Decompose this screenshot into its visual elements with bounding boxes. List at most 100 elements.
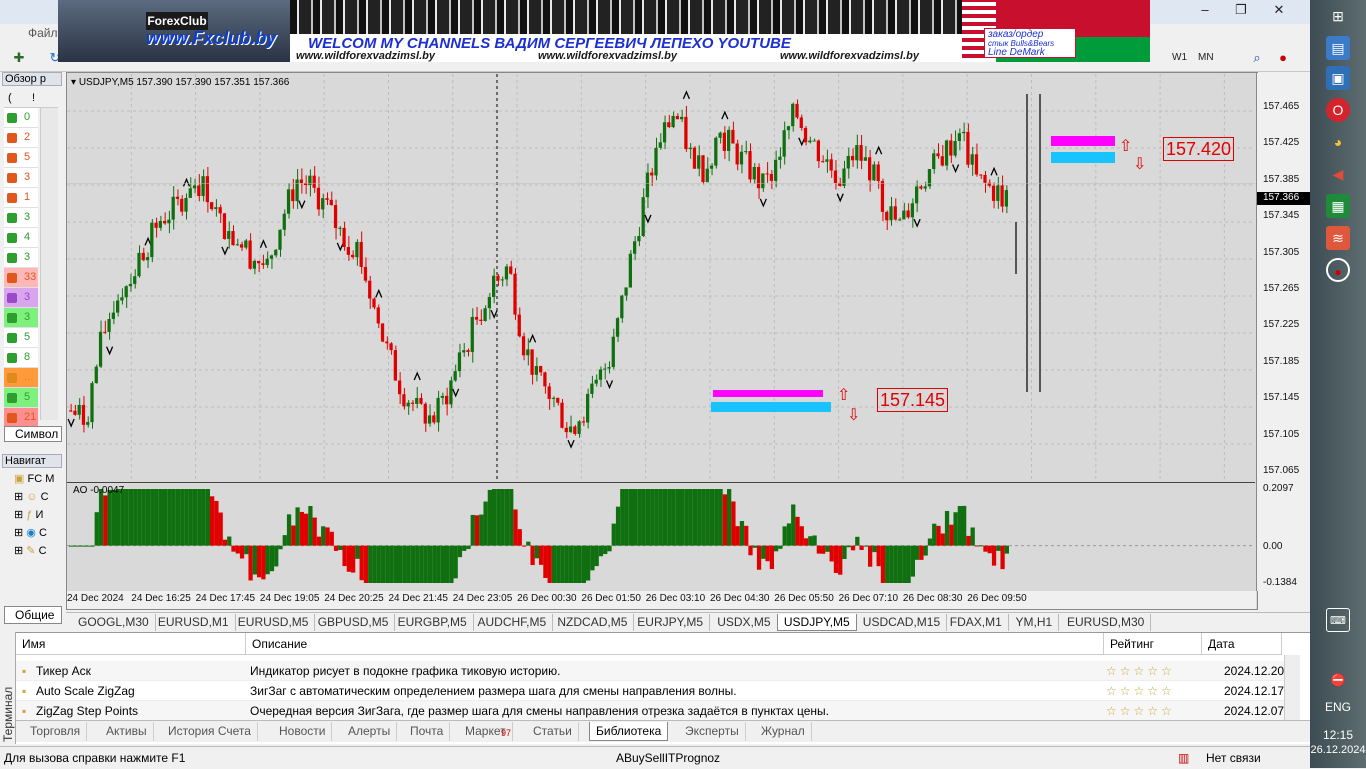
candle (872, 164, 876, 181)
symbol-tab[interactable]: NZDCAD,M5 (551, 614, 635, 631)
market-watch-row[interactable]: 3 (4, 308, 38, 328)
windows-start-icon[interactable]: ⊞ (1326, 4, 1350, 28)
market-watch-row[interactable]: 21 (4, 408, 38, 428)
navigator-header[interactable]: Навигат (2, 454, 62, 468)
column-symbol[interactable]: ( (8, 92, 12, 104)
ao-bar (957, 506, 962, 546)
candle (453, 371, 457, 381)
market-watch-row[interactable]: 8 (4, 348, 38, 368)
minimize-button[interactable]: – (1194, 2, 1216, 18)
notification-icon[interactable]: ● (1272, 47, 1294, 69)
terminal-tab[interactable]: Алерты (342, 722, 398, 741)
keyboard-icon[interactable]: ⌨ (1326, 608, 1350, 632)
terminal-tab[interactable]: Эксперты (679, 722, 746, 741)
column-name[interactable]: Имя (16, 633, 246, 655)
symbol-tab[interactable]: EURGBP,M5 (392, 614, 474, 631)
navigator-indicators[interactable]: ⊞ ƒ И (14, 506, 43, 524)
navigator-accounts[interactable]: ⊞ ☺ С (14, 488, 49, 506)
timeframe-mn[interactable]: MN (1198, 52, 1214, 63)
market-watch-row[interactable]: 3 (4, 168, 38, 188)
banner-link[interactable]: www.wildforexvadzimsl.by (296, 50, 435, 62)
symbol-tab[interactable]: GBPUSD,M5 (312, 614, 396, 631)
banner-link[interactable]: www.wildforexvadzimsl.by (538, 50, 677, 62)
market-watch-row[interactable]: 5 (4, 328, 38, 348)
library-row[interactable]: ▪ Тикер Аск Индикатор рисует в подокне гра… (16, 661, 1294, 681)
ad-banner[interactable]: ForexClub www.Fxclub.by WELCOM MY CHANNE… (58, 0, 1150, 62)
library-row[interactable]: ▪ ZigZag Step Points Очередная версия ЗигЗ… (16, 701, 1294, 721)
app-icon[interactable]: ▣ (1326, 66, 1350, 90)
restore-button[interactable]: ❐ (1230, 2, 1252, 18)
navigator-experts[interactable]: ⊞ ◉ С (14, 524, 47, 542)
menu-file[interactable]: Файл (28, 26, 58, 40)
market-watch-row[interactable]: 2 (4, 128, 38, 148)
terminal-tab[interactable]: Торговля (24, 722, 88, 741)
terminal-scrollbar[interactable] (1284, 655, 1300, 721)
market-watch-value: 21 (24, 411, 37, 423)
ao-bar (735, 526, 740, 546)
symbol-tab[interactable]: YM,H1 (1010, 614, 1060, 631)
column-rating[interactable]: Рейтинг (1104, 633, 1202, 655)
new-chart-icon[interactable]: ✚ (8, 47, 30, 69)
market-watch-row[interactable]: 3 (4, 208, 38, 228)
terminal-tab[interactable]: Почта (404, 722, 451, 741)
column-description[interactable]: Описание (246, 633, 1104, 655)
symbol-tab[interactable]: AUDCHF,M5 (472, 614, 554, 631)
symbol-tab[interactable]: EURJPY,M5 (631, 614, 711, 631)
banner-link[interactable]: www.wildforexvadzimsl.by (780, 50, 919, 62)
market-watch-row[interactable]: 33 (4, 268, 38, 288)
symbol-tab[interactable]: FDAX,M1 (944, 614, 1009, 631)
fractal-marker (990, 166, 998, 176)
terminal-tab[interactable]: Журнал (755, 722, 812, 741)
market-watch-row[interactable]: 5 (4, 148, 38, 168)
market-watch-header[interactable]: Обзор р (2, 72, 62, 86)
symbol-tab[interactable]: USDX,M5 (711, 614, 778, 631)
symbol-tab[interactable]: USDCAD,M15 (857, 614, 948, 631)
column-date[interactable]: Дата (1202, 633, 1282, 655)
opera-icon[interactable]: O (1326, 98, 1350, 122)
terminal-tab[interactable]: Статьи (527, 722, 579, 741)
column-flag[interactable]: ! (32, 92, 35, 104)
speaker-icon[interactable]: ◀ (1326, 162, 1350, 186)
clock-date[interactable]: 26.12.2024 (1310, 744, 1366, 756)
terminal-tab[interactable]: Новости (273, 722, 333, 741)
symbol-tab[interactable]: Символ (4, 426, 62, 442)
market-watch-row[interactable]: 0 (4, 108, 38, 128)
symbol-tab[interactable]: EURUSD,M30 (1061, 614, 1152, 631)
language-indicator[interactable]: ENG (1310, 700, 1366, 714)
market-watch-row[interactable]: 5 (4, 388, 38, 408)
explorer-icon[interactable]: ▤ (1326, 36, 1350, 60)
terminal-tab[interactable]: Активы (100, 722, 154, 741)
paint-icon[interactable]: ◕ (1326, 130, 1350, 154)
symbol-tab[interactable]: USDJPY,M5 (776, 614, 857, 631)
market-watch-row[interactable]: 3 (4, 288, 38, 308)
close-button[interactable]: ✕ (1268, 2, 1290, 18)
price-scale[interactable]: 157.465 157.425 157.385 157.345 157.305 157.2… (1256, 73, 1311, 591)
market-watch-row[interactable]: 1 (4, 188, 38, 208)
general-tab[interactable]: Общие (4, 606, 62, 624)
record-icon[interactable]: ● (1326, 258, 1350, 282)
network-icon[interactable]: ⛔ (1326, 668, 1350, 692)
ao-bar (487, 489, 492, 546)
navigator-scripts[interactable]: ⊞ ✎ С (14, 542, 47, 560)
calculator-icon[interactable]: ▦ (1326, 194, 1350, 218)
price-chart[interactable]: ▾ USDJPY,M5 157.390 157.390 157.351 157.… (67, 74, 1255, 479)
direction-icon (7, 333, 17, 343)
market-watch-row[interactable]: 4 (4, 228, 38, 248)
symbol-tab[interactable]: EURUSD,M5 (232, 614, 316, 631)
app-icon[interactable]: ≋ (1326, 226, 1350, 250)
market-watch-row[interactable]: ... (4, 368, 38, 388)
navigator-root[interactable]: ▣ FC M (14, 470, 54, 488)
candle (329, 199, 333, 206)
market-watch-scrollbar[interactable] (40, 108, 58, 420)
ao-indicator[interactable]: AO -0.0047 (67, 482, 1255, 590)
library-row[interactable]: ▪ Auto Scale ZigZag ЗигЗаг с автоматически… (16, 681, 1294, 701)
search-icon[interactable]: ⌕ (1246, 47, 1268, 69)
symbol-tab[interactable]: EURUSD,M1 (152, 614, 236, 631)
taskbar: ⊞ ▤ ▣ O ◕ ◀ ▦ ≋ ● ⌨ ⛔ ENG 12:15 26.12.20… (1310, 0, 1366, 768)
terminal-tab[interactable]: Библиотека (589, 722, 669, 741)
timeframe-w1[interactable]: W1 (1172, 52, 1187, 63)
symbol-tab[interactable]: GOOGL,M30 (72, 614, 156, 631)
terminal-tab[interactable]: История Счета (162, 722, 258, 741)
clock-time[interactable]: 12:15 (1310, 728, 1366, 742)
market-watch-row[interactable]: 3 (4, 248, 38, 268)
